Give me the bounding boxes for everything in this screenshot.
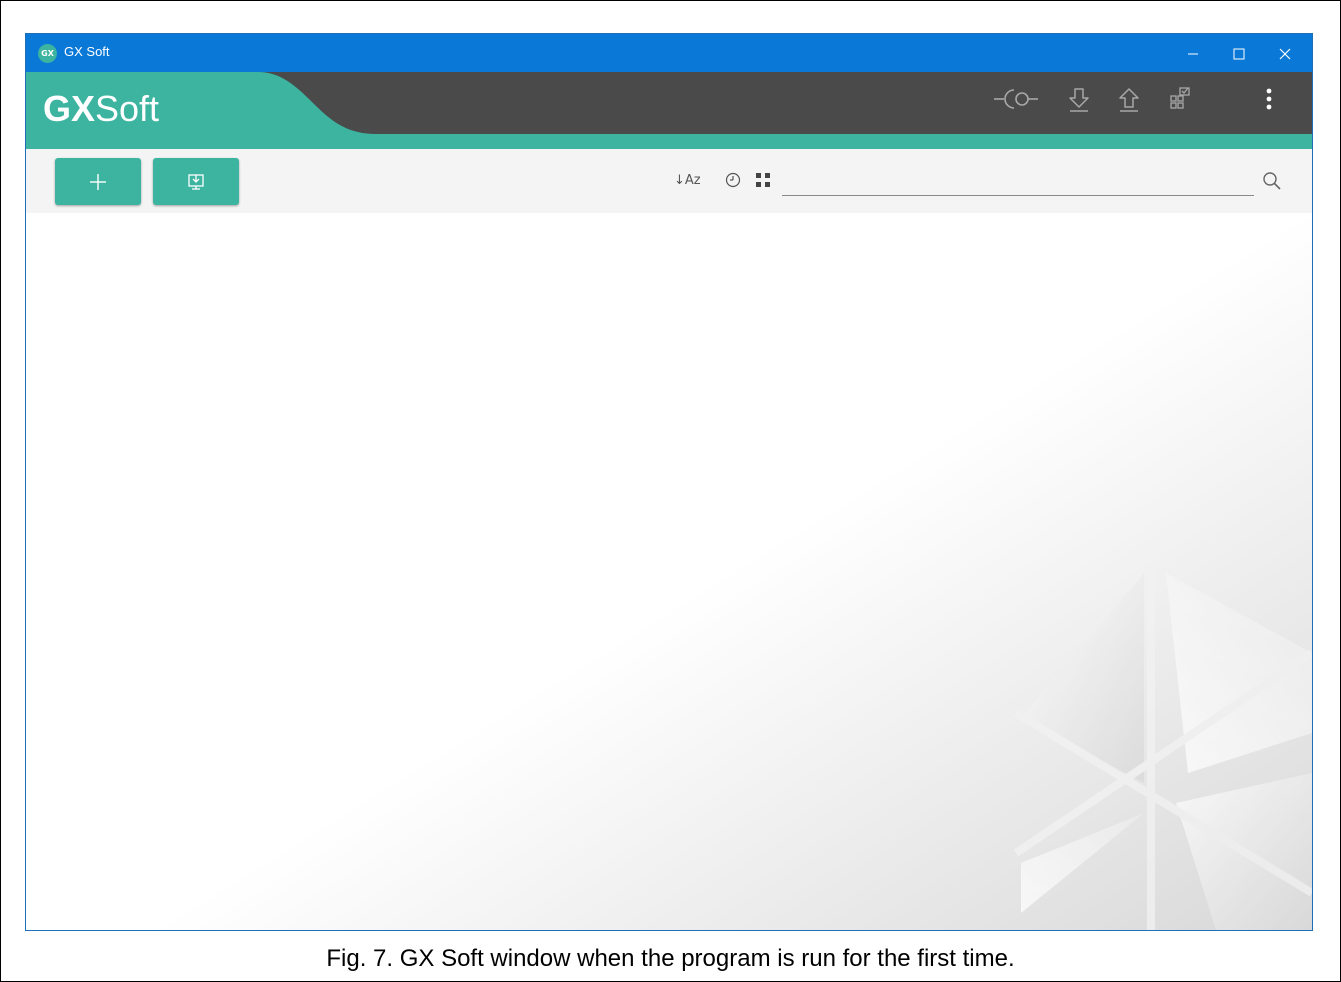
import-icon [188, 173, 204, 190]
clock-icon[interactable] [725, 172, 741, 188]
grid-view-icon[interactable] [755, 172, 771, 188]
systems-list-area [26, 213, 1312, 930]
download-icon [1069, 88, 1089, 112]
import-button[interactable] [153, 158, 239, 205]
modules-button[interactable] [1169, 87, 1199, 121]
upload-icon [1119, 88, 1139, 112]
connect-icon [994, 89, 1038, 109]
add-system-button[interactable] [55, 158, 141, 205]
decorative-background [26, 213, 1312, 930]
maximize-button[interactable] [1216, 34, 1262, 72]
plus-icon [90, 173, 106, 190]
close-icon [1279, 48, 1291, 59]
maximize-icon [1233, 48, 1245, 59]
search-input[interactable] [782, 169, 1254, 196]
minimize-icon [1188, 53, 1198, 54]
app-icon: GX [38, 44, 57, 63]
download-button[interactable] [1068, 87, 1098, 121]
more-menu-icon [1266, 88, 1272, 110]
app-window: GX GX Soft GXSoft ↓Az [25, 33, 1313, 931]
connect-button[interactable] [992, 87, 1046, 121]
close-button[interactable] [1262, 34, 1308, 72]
minimize-button[interactable] [1170, 34, 1216, 72]
app-logo: GXSoft [43, 84, 159, 134]
app-header: GXSoft [26, 72, 1312, 149]
upload-button[interactable] [1118, 87, 1148, 121]
sort-alphabetical-button[interactable]: ↓Az [674, 173, 701, 188]
logo-bold: GX [43, 88, 96, 129]
search-icon[interactable] [1262, 171, 1282, 191]
title-bar[interactable]: GX GX Soft [26, 34, 1312, 72]
modules-icon [1170, 87, 1190, 109]
toolbar: ↓Az [26, 149, 1312, 213]
logo-regular: Soft [95, 88, 160, 129]
figure-caption: Fig. 7. GX Soft window when the program … [326, 945, 1015, 972]
window-title: GX Soft [64, 44, 110, 59]
more-menu-button[interactable] [1266, 87, 1290, 121]
